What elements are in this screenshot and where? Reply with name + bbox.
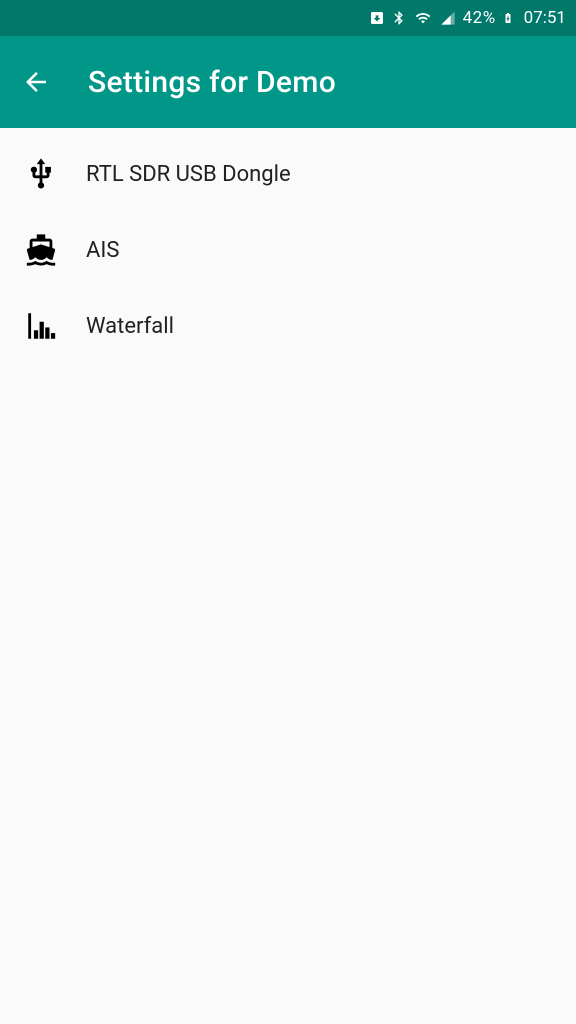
- battery-charging-icon: [502, 9, 514, 27]
- clock-time: 07:51: [524, 8, 566, 28]
- battery-percent: 42%: [463, 8, 496, 28]
- settings-list: RTL SDR USB Dongle AIS Waterfall: [0, 128, 576, 364]
- arrow-back-icon: [21, 67, 51, 97]
- download-icon: [369, 10, 385, 26]
- equalizer-icon: [20, 309, 62, 343]
- page-title: Settings for Demo: [88, 65, 336, 100]
- settings-item-waterfall[interactable]: Waterfall: [0, 288, 576, 364]
- status-bar: 42% 07:51: [0, 0, 576, 36]
- signal-icon: [439, 10, 457, 26]
- settings-item-label: AIS: [86, 238, 119, 263]
- settings-item-label: Waterfall: [86, 314, 174, 339]
- settings-item-ais[interactable]: AIS: [0, 212, 576, 288]
- usb-icon: [20, 157, 62, 191]
- bluetooth-icon: [391, 10, 407, 26]
- ship-icon: [20, 233, 62, 267]
- settings-item-label: RTL SDR USB Dongle: [86, 162, 291, 187]
- app-bar: Settings for Demo: [0, 36, 576, 128]
- wifi-icon: [413, 10, 433, 26]
- settings-item-rtl-sdr[interactable]: RTL SDR USB Dongle: [0, 136, 576, 212]
- back-button[interactable]: [20, 66, 52, 98]
